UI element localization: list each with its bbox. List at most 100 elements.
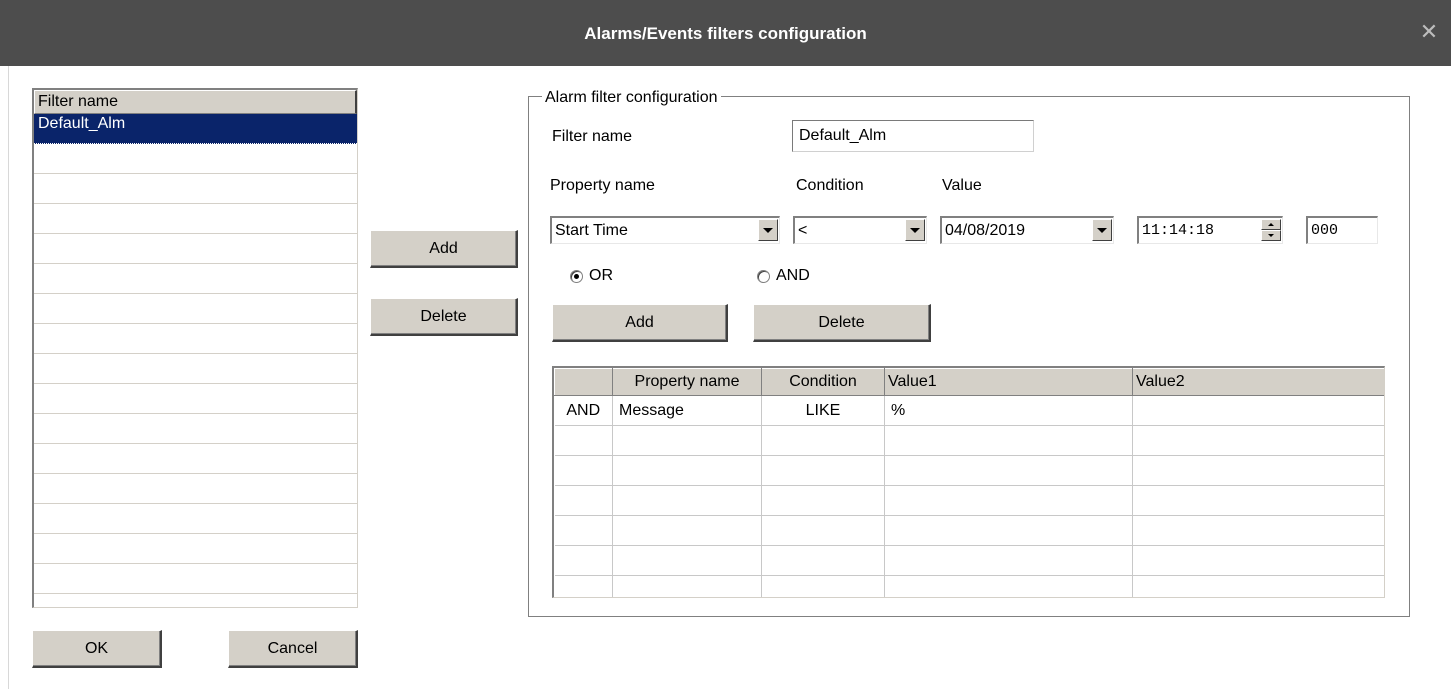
cancel-button[interactable]: Cancel	[228, 630, 358, 668]
window-title: Alarms/Events filters configuration	[584, 24, 867, 43]
table-cell[interactable]	[884, 425, 1133, 456]
list-item[interactable]	[34, 384, 357, 414]
table-cell[interactable]	[884, 485, 1133, 516]
list-item[interactable]	[34, 174, 357, 204]
ok-button[interactable]: OK	[32, 630, 162, 668]
spin-down-icon[interactable]	[1261, 230, 1281, 241]
table-cell[interactable]	[554, 455, 613, 486]
table-cell[interactable]: AND	[554, 395, 613, 426]
table-cell[interactable]	[761, 485, 885, 516]
group-title: Alarm filter configuration	[542, 88, 721, 108]
table-row[interactable]	[554, 575, 1384, 597]
list-item[interactable]	[34, 234, 357, 264]
filter-name-label: Filter name	[552, 128, 633, 145]
or-radio-label: OR	[589, 267, 613, 284]
table-cell[interactable]	[554, 575, 613, 597]
chevron-down-icon[interactable]	[758, 219, 778, 241]
spin-up-icon[interactable]	[1261, 219, 1281, 230]
add-filter-button[interactable]: Add	[370, 230, 518, 268]
table-cell[interactable]	[1132, 545, 1384, 576]
grid-header-value1[interactable]: Value1	[884, 368, 1133, 396]
condition-select[interactable]: <	[793, 216, 927, 244]
milliseconds-value: 000	[1311, 222, 1339, 239]
table-cell[interactable]	[1132, 485, 1384, 516]
radio-checked-icon[interactable]	[570, 269, 583, 283]
table-cell[interactable]	[612, 455, 762, 486]
property-select[interactable]: Start Time	[550, 216, 780, 244]
table-row[interactable]	[554, 455, 1384, 486]
table-cell[interactable]	[884, 515, 1133, 546]
table-cell[interactable]	[761, 455, 885, 486]
filter-name-input[interactable]: Default_Alm	[792, 120, 1034, 152]
filter-list-rows: Default_Alm	[34, 114, 357, 607]
table-cell[interactable]	[612, 575, 762, 597]
time-value: 11:14:18	[1142, 222, 1215, 239]
table-cell[interactable]	[612, 485, 762, 516]
table-row[interactable]: AND Message LIKE%	[554, 395, 1384, 426]
table-cell[interactable]	[884, 455, 1133, 486]
calendar-dropdown-icon[interactable]	[1092, 219, 1112, 241]
radio-unchecked-icon[interactable]	[757, 269, 770, 283]
property-name-label: Property name	[550, 177, 655, 194]
list-item[interactable]	[34, 354, 357, 384]
table-cell[interactable]	[1132, 395, 1384, 426]
table-cell[interactable]	[1132, 425, 1384, 456]
delete-condition-button[interactable]: Delete	[753, 304, 931, 342]
table-cell[interactable]	[612, 545, 762, 576]
condition-select-value: <	[798, 222, 808, 239]
table-cell[interactable]	[554, 425, 613, 456]
list-item[interactable]	[34, 204, 357, 234]
filter-list-header[interactable]: Filter name	[34, 90, 357, 114]
grid-header-condition[interactable]: Condition	[761, 368, 885, 396]
list-item[interactable]	[34, 264, 357, 294]
table-cell[interactable]	[612, 515, 762, 546]
date-picker[interactable]: 04/08/2019	[940, 216, 1114, 244]
table-cell[interactable]	[554, 515, 613, 546]
table-cell[interactable]	[612, 425, 762, 456]
table-cell[interactable]	[884, 575, 1133, 597]
table-cell[interactable]: %	[884, 395, 1133, 426]
table-cell[interactable]: Message	[612, 395, 762, 426]
list-item[interactable]	[34, 294, 357, 324]
table-row[interactable]	[554, 515, 1384, 546]
grid-header-value2[interactable]: Value2	[1132, 368, 1384, 396]
table-cell[interactable]	[554, 545, 613, 576]
table-cell[interactable]	[1132, 455, 1384, 486]
list-item[interactable]: Default_Alm	[34, 114, 357, 144]
or-radio[interactable]: OR	[570, 266, 613, 286]
delete-filter-button[interactable]: Delete	[370, 298, 518, 336]
and-radio[interactable]: AND	[757, 266, 810, 286]
list-item[interactable]	[34, 594, 357, 607]
list-item[interactable]	[34, 444, 357, 474]
table-cell[interactable]	[761, 575, 885, 597]
and-radio-label: AND	[776, 267, 810, 284]
table-row[interactable]	[554, 425, 1384, 456]
list-item[interactable]	[34, 564, 357, 594]
filter-list[interactable]: Filter name Default_Alm	[32, 88, 358, 608]
value-label: Value	[942, 177, 982, 194]
add-condition-button[interactable]: Add	[552, 304, 728, 342]
table-row[interactable]	[554, 485, 1384, 516]
list-item[interactable]	[34, 144, 357, 174]
table-cell[interactable]	[1132, 575, 1384, 597]
conditions-grid[interactable]: Property name Condition Value1 Value2 AN…	[552, 366, 1385, 598]
grid-header-logic[interactable]	[554, 368, 613, 396]
table-row[interactable]	[554, 545, 1384, 576]
grid-header-property[interactable]: Property name	[612, 368, 762, 396]
list-item[interactable]	[34, 324, 357, 354]
list-item[interactable]	[34, 534, 357, 564]
close-icon[interactable]: ✕	[1417, 20, 1441, 44]
list-item[interactable]	[34, 414, 357, 444]
list-item[interactable]	[34, 504, 357, 534]
chevron-down-icon[interactable]	[905, 219, 925, 241]
table-cell[interactable]	[554, 485, 613, 516]
table-cell[interactable]	[761, 515, 885, 546]
time-spinner[interactable]: 11:14:18	[1137, 216, 1283, 244]
milliseconds-input[interactable]: 000	[1306, 216, 1378, 244]
table-cell[interactable]	[761, 425, 885, 456]
table-cell[interactable]: LIKE	[761, 395, 885, 426]
list-item[interactable]	[34, 474, 357, 504]
table-cell[interactable]	[761, 545, 885, 576]
table-cell[interactable]	[1132, 515, 1384, 546]
table-cell[interactable]	[884, 545, 1133, 576]
